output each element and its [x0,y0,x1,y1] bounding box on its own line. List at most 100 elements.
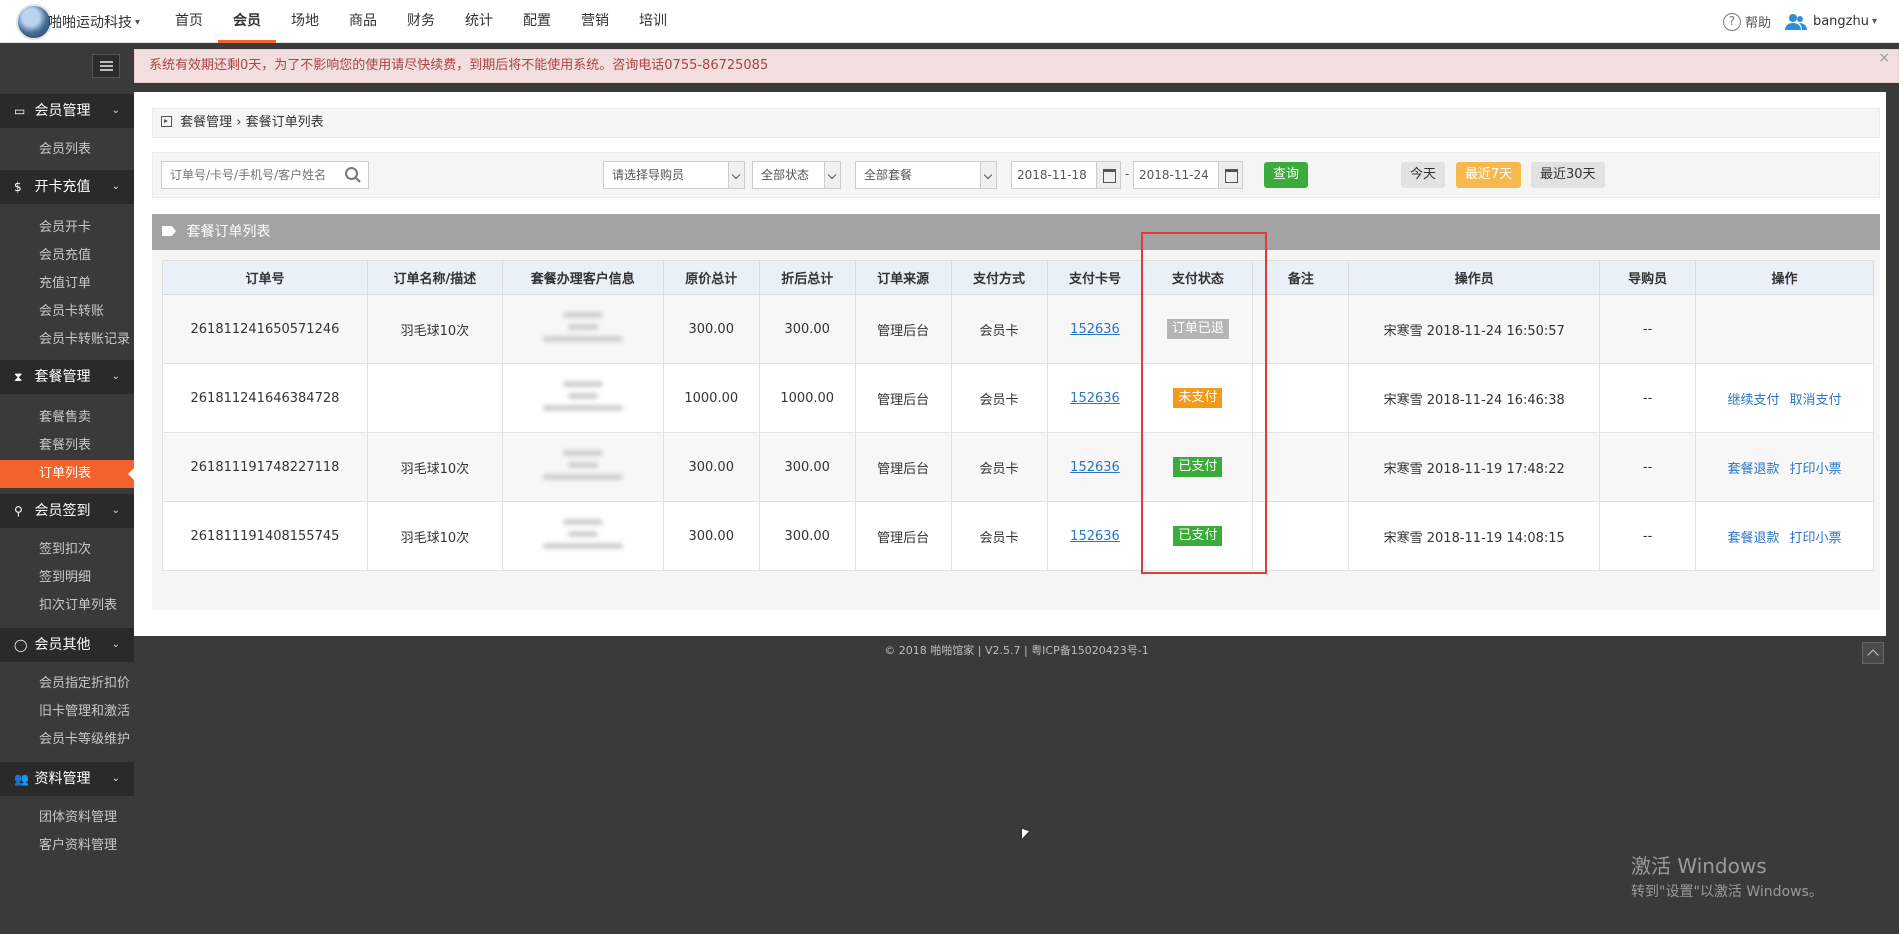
cell-guide: -- [1599,432,1697,502]
sidebar-group-profile-mgmt[interactable]: 👥 资料管理 ⌄ [0,762,134,796]
cell-disc-total: 1000.00 [758,363,856,433]
nav-stats[interactable]: 统计 [450,0,508,43]
brand-switcher[interactable]: 啪啪运动科技 ▾ [16,4,141,40]
query-button[interactable]: 查询 [1264,162,1309,188]
sidebar-group-member-mgmt[interactable]: ▭ 会员管理 ⌄ [0,94,134,128]
cell-remark [1252,363,1350,433]
cell-order-name: 羽毛球10次 [366,294,503,364]
card-number-link[interactable]: 152636 [1070,391,1120,406]
action-link[interactable]: 继续支付 [1728,393,1780,408]
chevron-down-icon [980,162,996,188]
nav-goods[interactable]: 商品 [334,0,392,43]
chevron-down-icon: ⌄ [111,105,120,116]
nav-venue[interactable]: 场地 [276,0,334,43]
nav-finance[interactable]: 财务 [392,0,450,43]
back-to-top-button[interactable] [1862,642,1884,664]
sidebar-item-member-discount[interactable]: 会员指定折扣价 [0,670,134,698]
sidebar-item-order-list[interactable]: 订单列表 [0,460,135,488]
sidebar-group-member-other[interactable]: ◯ 会员其他 ⌄ [0,628,134,662]
sidebar-item-checkin-detail[interactable]: 签到明细 [0,564,134,592]
action-link[interactable]: 打印小票 [1790,462,1842,477]
last30-button[interactable]: 最近30天 [1531,162,1605,188]
windows-activation-watermark: 激活 Windows 转到"设置"以激活 Windows。 [1631,850,1823,901]
action-link[interactable]: 打印小票 [1790,531,1842,546]
sidebar-toggle-button[interactable] [92,54,120,78]
col-orig-total: 原价总计 [662,260,760,295]
cell-order-no: 261811191748227118 [162,432,368,502]
sidebar-item-package-list[interactable]: 套餐列表 [0,432,134,460]
watermark-sub: 转到"设置"以激活 Windows。 [1631,884,1823,900]
user-menu[interactable]: bangzhu [1813,14,1869,29]
search-icon[interactable] [344,166,362,184]
cell-card-no: 152636 [1046,294,1144,364]
status-select-value: 全部状态 [761,168,810,182]
sidebar-item-group-profile[interactable]: 团体资料管理 [0,804,134,832]
close-icon[interactable]: × [1878,42,1890,74]
cell-guide: -- [1599,363,1697,433]
sidebar-item-checkin-deduct[interactable]: 签到扣次 [0,536,134,564]
cell-card-no: 152636 [1046,432,1144,502]
cell-source: 管理后台 [854,294,952,364]
question-circle-icon[interactable]: ? [1722,12,1741,31]
guide-select[interactable]: 请选择导购员 [603,161,745,189]
help-link[interactable]: 帮助 [1745,12,1771,31]
cell-orig-total: 1000.00 [662,363,760,433]
sidebar-item-package-sale[interactable]: 套餐售卖 [0,404,134,432]
calendar-icon[interactable] [1218,162,1242,188]
sidebar-group-package-mgmt[interactable]: ⧗ 套餐管理 ⌄ [0,360,134,394]
package-select-value: 全部套餐 [864,168,913,182]
cell-customer-info [501,294,664,364]
breadcrumb: 套餐管理 › 套餐订单列表 [152,108,1880,138]
cell-pay-status: 未支付 [1142,363,1254,433]
order-list-panel: 套餐订单列表 订单号 订单名称/描述 套餐办理客户信息 原价总计 折后总计 订单… [152,214,1880,610]
nav-training[interactable]: 培训 [624,0,682,43]
id-card-icon: ▭ [14,104,26,118]
chevron-down-icon: ▾ [135,16,141,28]
chevron-down-icon: ⌄ [111,181,120,192]
sidebar-item-transfer-records[interactable]: 会员卡转账记录 [0,326,134,354]
card-number-link[interactable]: 152636 [1070,460,1120,475]
action-link[interactable]: 套餐退款 [1728,531,1780,546]
last7-button[interactable]: 最近7天 [1456,162,1522,188]
cell-orig-total: 300.00 [662,294,760,364]
col-guide: 导购员 [1599,260,1697,295]
breadcrumb-current: 套餐订单列表 [245,115,324,130]
nav-member[interactable]: 会员 [218,0,276,43]
sidebar-item-card-level[interactable]: 会员卡等级维护 [0,726,134,754]
table-row: 261811241646384728 1000.00 1000.00 管理后台 会员卡 1… [162,363,1874,433]
calendar-icon[interactable] [1096,162,1120,188]
sidebar-item-recharge[interactable]: 会员充值 [0,242,134,270]
package-select[interactable]: 全部套餐 [855,161,997,189]
date-to-field[interactable]: 2018-11-24 [1133,161,1243,189]
card-number-link[interactable]: 152636 [1070,322,1120,337]
breadcrumb-parent[interactable]: 套餐管理 [180,115,232,130]
sidebar-group-card-recharge[interactable]: $ 开卡充值 ⌄ [0,170,134,204]
nav-marketing[interactable]: 营销 [566,0,624,43]
today-button[interactable]: 今天 [1401,162,1446,188]
cell-actions: 套餐退款 打印小票 [1695,432,1874,502]
nav-home[interactable]: 首页 [160,0,218,43]
sidebar-item-open-card[interactable]: 会员开卡 [0,214,134,242]
action-link[interactable]: 套餐退款 [1728,462,1780,477]
cell-actions [1695,294,1874,364]
status-badge: 未支付 [1173,388,1223,408]
sidebar-item-old-card[interactable]: 旧卡管理和激活 [0,698,134,726]
search-input[interactable] [170,168,340,182]
cell-pay-method: 会员卡 [950,501,1048,571]
date-separator: - [1125,167,1130,181]
sidebar-item-card-transfer[interactable]: 会员卡转账 [0,298,134,326]
table-header-row: 订单号 订单名称/描述 套餐办理客户信息 原价总计 折后总计 订单来源 支付方式… [162,260,1874,295]
nav-config[interactable]: 配置 [508,0,566,43]
action-link[interactable]: 取消支付 [1790,393,1842,408]
sidebar-item-member-list[interactable]: 会员列表 [0,136,134,164]
orders-table: 订单号 订单名称/描述 套餐办理客户信息 原价总计 折后总计 订单来源 支付方式… [162,260,1874,571]
sidebar-group-checkin[interactable]: ⚲ 会员签到 ⌄ [0,494,134,528]
footer: © 2018 啪啪馆家 | V2.5.7 | 粤ICP备15020423号-1 [884,644,1149,657]
chevron-down-icon: ⌄ [111,639,120,650]
sidebar-item-customer-profile[interactable]: 客户资料管理 [0,832,134,860]
card-number-link[interactable]: 152636 [1070,529,1120,544]
sidebar-item-deduct-orders[interactable]: 扣次订单列表 [0,592,134,620]
date-from-field[interactable]: 2018-11-18 [1011,161,1121,189]
sidebar-item-recharge-orders[interactable]: 充值订单 [0,270,134,298]
status-select[interactable]: 全部状态 [752,161,841,189]
